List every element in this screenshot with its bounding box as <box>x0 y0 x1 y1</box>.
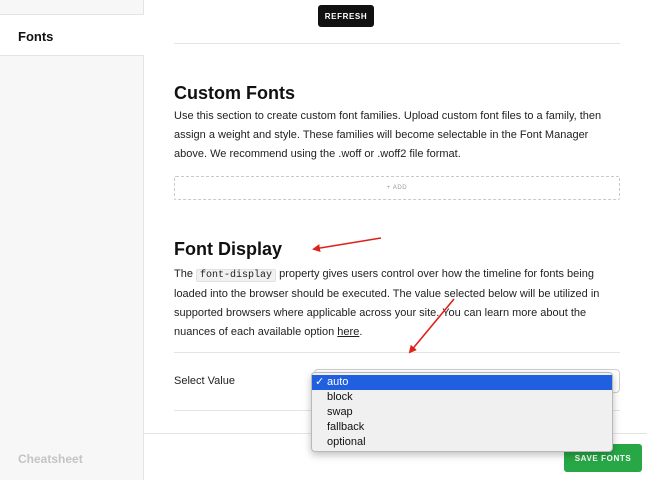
add-font-family-button[interactable]: + ADD <box>174 176 620 200</box>
option-label: auto <box>327 376 349 388</box>
font-display-dropdown[interactable]: ✓ auto block swap fallback optional <box>311 372 613 452</box>
option-optional[interactable]: optional <box>312 435 612 450</box>
checkmark-icon: ✓ <box>315 376 325 388</box>
option-label: swap <box>327 406 353 418</box>
option-label: fallback <box>327 421 365 433</box>
sidebar: Fonts Cheatsheet <box>0 0 144 480</box>
sidebar-item-cheatsheet[interactable]: Cheatsheet <box>18 452 83 466</box>
font-display-code: font-display <box>196 269 277 282</box>
sidebar-item-fonts[interactable]: Fonts <box>0 15 144 56</box>
custom-fonts-description: Use this section to create custom font f… <box>174 110 602 160</box>
sidebar-item-previous[interactable] <box>0 0 143 15</box>
option-swap[interactable]: swap <box>312 405 612 420</box>
description-text: . <box>359 326 363 338</box>
divider <box>174 43 620 44</box>
option-label: block <box>327 391 353 403</box>
custom-fonts-title: Custom Fonts <box>174 83 295 103</box>
option-auto[interactable]: ✓ auto <box>312 375 612 390</box>
refresh-button[interactable]: REFRESH <box>318 5 374 27</box>
option-fallback[interactable]: fallback <box>312 420 612 435</box>
font-display-description: The font-display property gives users co… <box>174 265 620 342</box>
font-display-title: Font Display <box>174 239 283 259</box>
description-text: The <box>174 268 197 280</box>
learn-more-link[interactable]: here <box>337 326 359 338</box>
option-label: optional <box>327 436 366 448</box>
select-value-label: Select Value <box>174 375 235 387</box>
divider <box>174 352 620 353</box>
option-block[interactable]: block <box>312 390 612 405</box>
